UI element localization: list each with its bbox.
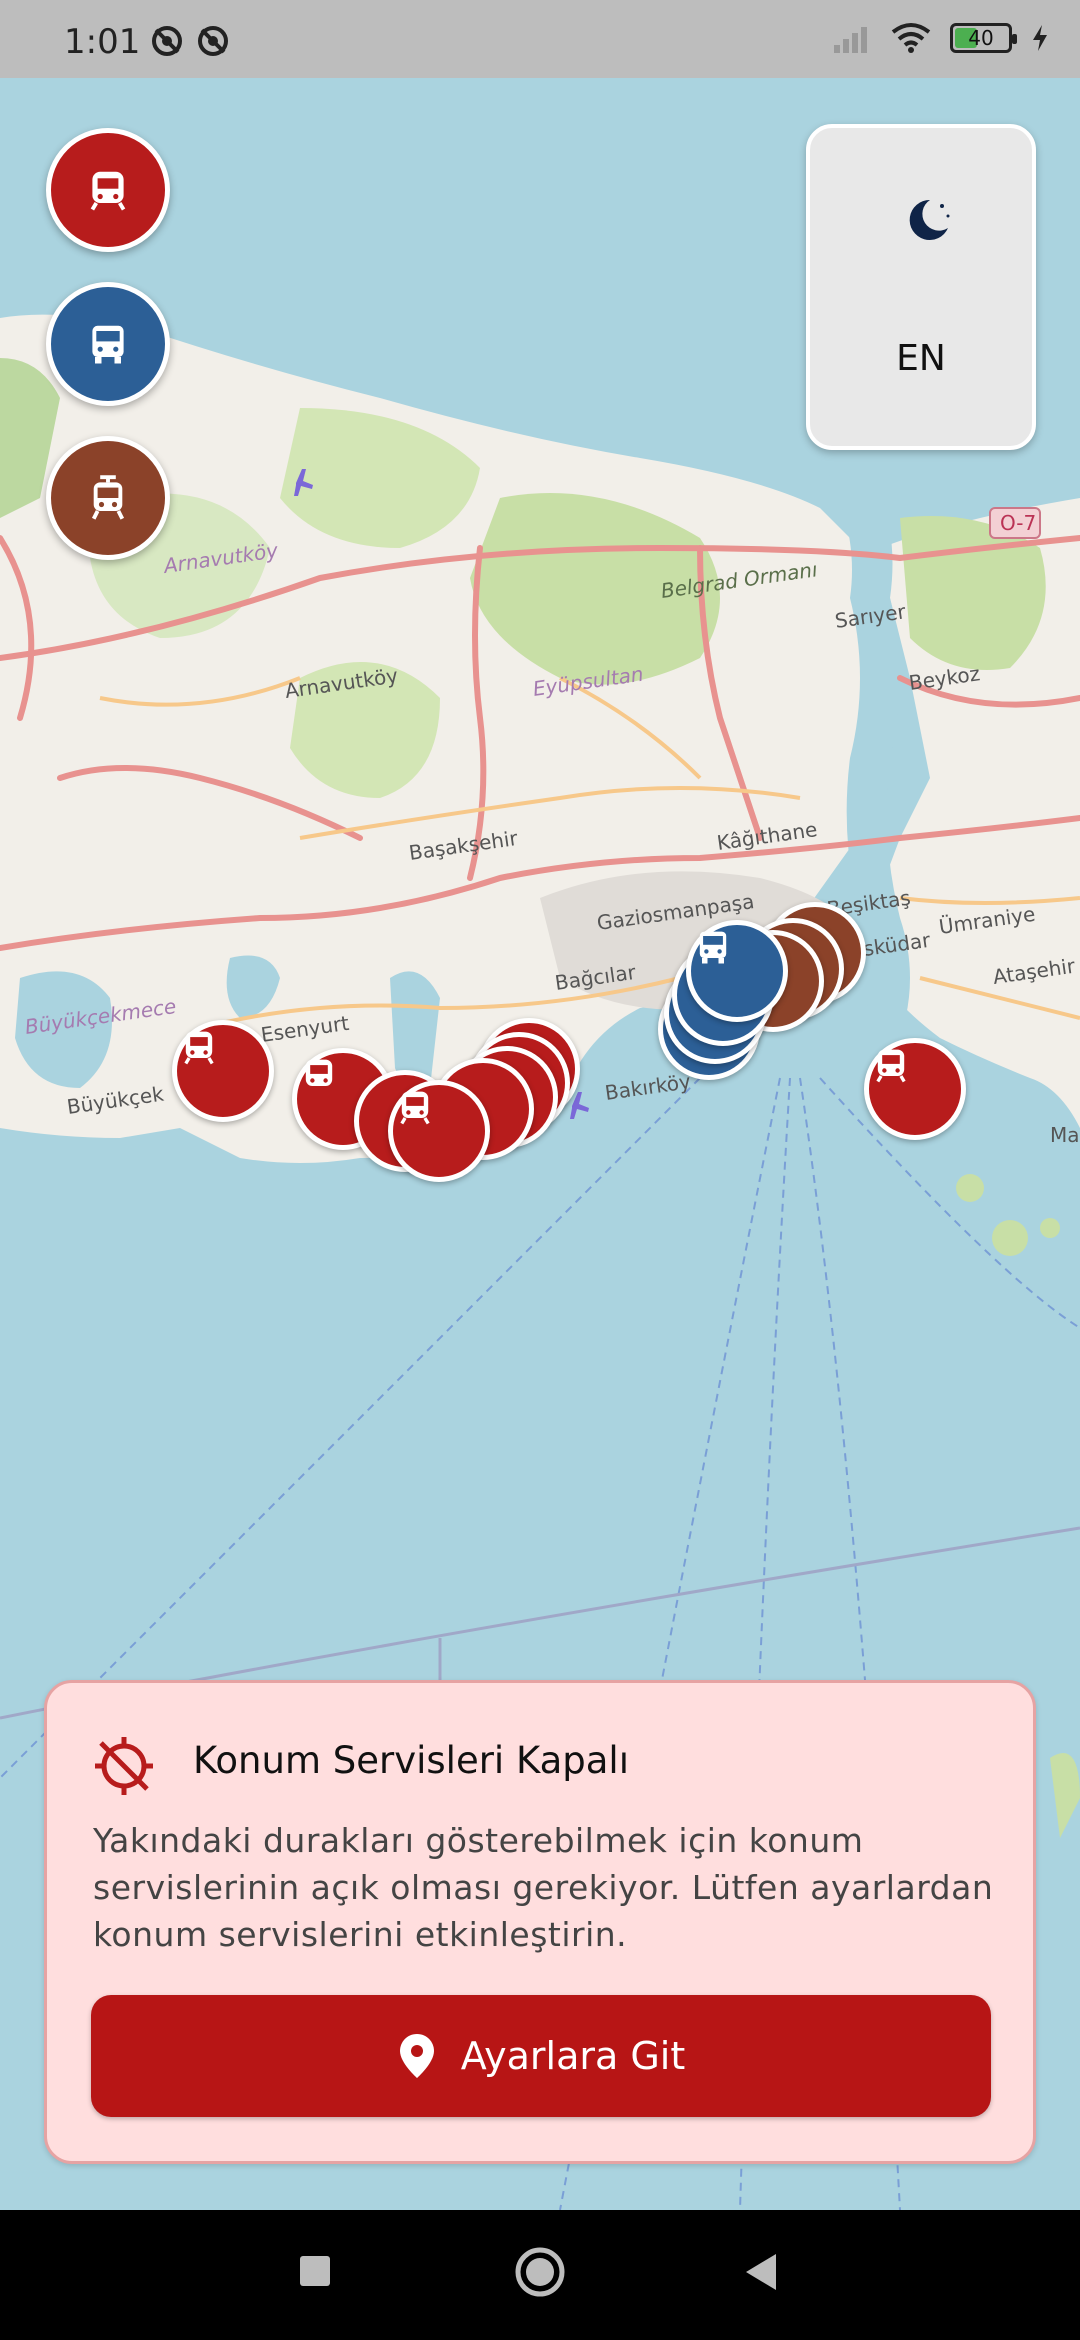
map-label: O-7 (1000, 511, 1036, 535)
wifi-icon (891, 23, 931, 53)
open-settings-button[interactable]: Ayarlara Git (91, 1995, 991, 2117)
alert-title: Konum Servisleri Kapalı (193, 1739, 629, 1782)
charging-icon (1033, 25, 1047, 51)
metro-icon (184, 1031, 214, 1065)
location-off-icon (152, 26, 182, 56)
metro-icon (90, 171, 126, 211)
tram-icon (91, 475, 125, 520)
battery-level: 40 (968, 26, 994, 50)
system-navigation-bar (0, 2210, 1080, 2340)
metro-stop-marker[interactable] (388, 1080, 490, 1182)
metro-stop-marker[interactable] (864, 1038, 966, 1140)
location-disabled-icon (95, 1737, 153, 1795)
bus-filter-button[interactable] (46, 282, 170, 406)
status-notification-icons (150, 24, 230, 58)
bus-stop-marker[interactable] (686, 920, 788, 1022)
status-bar: 1:01 40 (0, 0, 1080, 78)
theme-language-panel: EN (806, 124, 1036, 450)
bus-icon (699, 931, 727, 964)
metro-icon (400, 1091, 430, 1125)
metro-icon (876, 1049, 906, 1083)
metro-icon (305, 1059, 333, 1086)
location-off-icon (198, 26, 228, 56)
alert-message: Yakındaki durakları gösterebilmek için k… (93, 1821, 994, 1954)
tram-filter-button[interactable] (46, 436, 170, 560)
metro-stop-marker[interactable] (172, 1020, 274, 1122)
moon-icon[interactable] (896, 190, 956, 250)
status-system-icons: 40 (832, 22, 1050, 54)
status-time: 1:01 (64, 22, 141, 62)
back-button[interactable] (742, 2252, 778, 2292)
bus-icon (92, 325, 124, 364)
home-button[interactable] (514, 2246, 566, 2298)
location-disabled-alert: Konum Servisleri Kapalı Yakındaki durakl… (44, 1680, 1036, 2164)
signal-icon (834, 27, 867, 53)
location-pin-icon (399, 2034, 434, 2078)
metro-filter-button[interactable] (46, 128, 170, 252)
language-toggle[interactable]: EN (810, 338, 1032, 379)
recents-button[interactable] (298, 2254, 332, 2288)
map-label: Ma (1050, 1123, 1080, 1147)
open-settings-label: Ayarlara Git (460, 2034, 686, 2078)
battery-icon: 40 (950, 23, 1017, 53)
